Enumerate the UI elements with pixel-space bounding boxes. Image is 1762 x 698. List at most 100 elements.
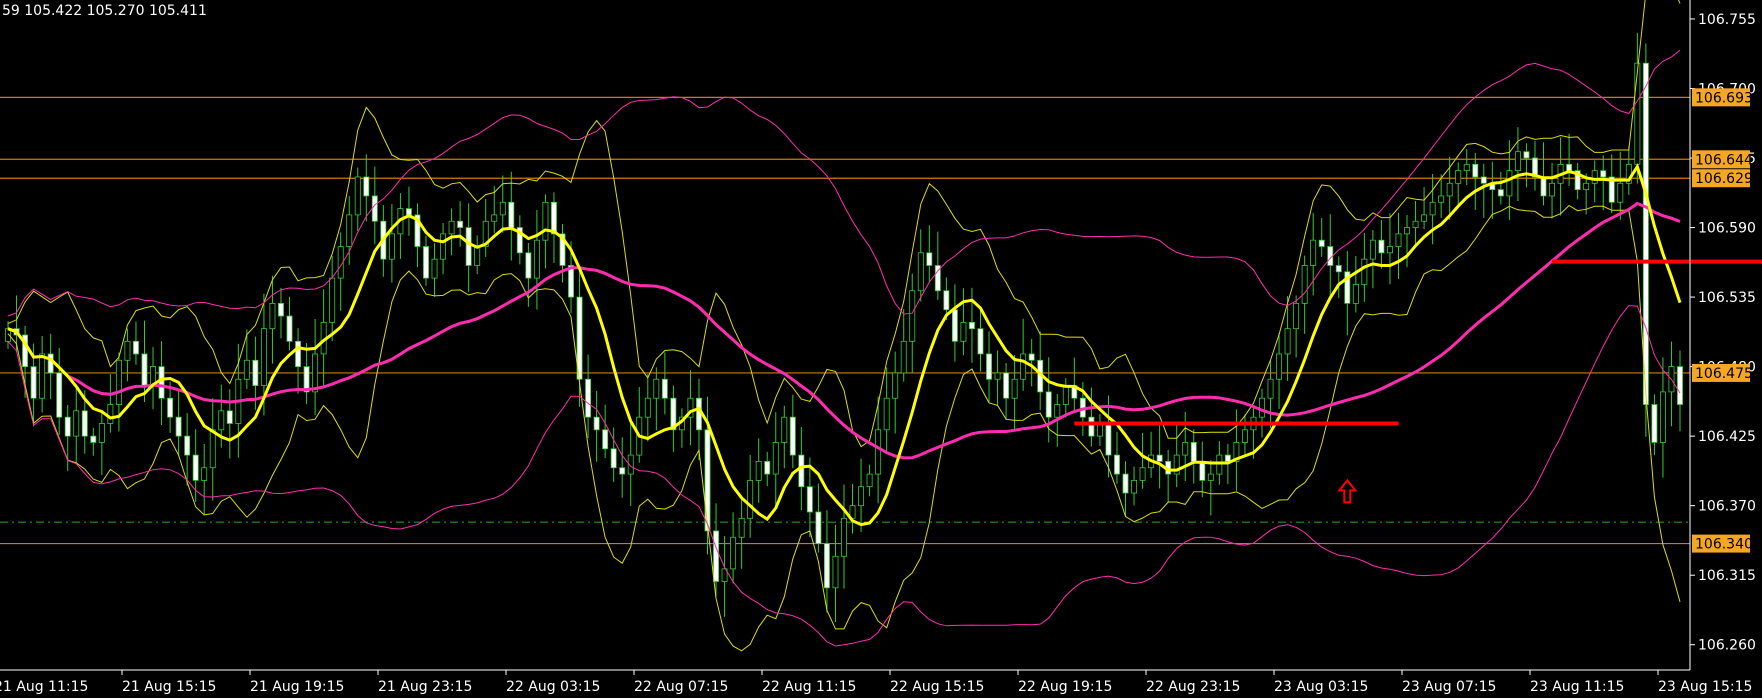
candle-body[interactable] <box>1020 353 1027 380</box>
candle-body[interactable] <box>124 340 131 361</box>
candle-body[interactable] <box>465 227 472 266</box>
candle-body[interactable] <box>1259 397 1265 418</box>
candle-body[interactable] <box>1591 170 1598 184</box>
candle-body[interactable] <box>175 416 182 437</box>
candle-body[interactable] <box>1207 473 1214 481</box>
candle-body[interactable] <box>883 397 890 431</box>
candle-body[interactable] <box>226 410 233 424</box>
candle-body[interactable] <box>1566 163 1573 172</box>
candle-body[interactable] <box>593 416 600 431</box>
time-axis[interactable]: 21 Aug 11:15 21 Aug 15:15 21 Aug 19:15 21 A… <box>0 670 1752 695</box>
candle-body[interactable] <box>1199 461 1206 481</box>
candle-body[interactable] <box>1600 170 1607 178</box>
candle-body[interactable] <box>201 467 208 481</box>
candle-body[interactable] <box>98 423 105 443</box>
candle-body[interactable] <box>1583 182 1590 191</box>
candle-body[interactable] <box>1335 265 1342 273</box>
candle-body[interactable] <box>917 252 924 292</box>
candle-body[interactable] <box>448 220 455 235</box>
candle-body[interactable] <box>994 372 1001 380</box>
candle-body[interactable] <box>789 416 796 456</box>
candle-body[interactable] <box>474 246 481 266</box>
candle-body[interactable] <box>1634 62 1641 165</box>
candle-body[interactable] <box>1395 233 1402 247</box>
candle-body[interactable] <box>346 214 353 247</box>
candle-body[interactable] <box>858 486 865 507</box>
candle-body[interactable] <box>260 328 267 386</box>
candle-body[interactable] <box>815 511 822 544</box>
candle-body[interactable] <box>1446 182 1453 197</box>
candle-body[interactable] <box>1651 404 1658 443</box>
candle-body[interactable] <box>1318 239 1325 247</box>
candle-body[interactable] <box>1352 284 1359 304</box>
candle-body[interactable] <box>209 429 216 469</box>
candle-body[interactable] <box>1387 246 1393 254</box>
candle-body[interactable] <box>30 366 37 399</box>
candle-body[interactable] <box>866 473 873 488</box>
moving-average-slow[interactable] <box>7 201 1681 460</box>
candle-body[interactable] <box>329 277 336 323</box>
candle-body[interactable] <box>47 353 54 374</box>
candle-body[interactable] <box>81 410 88 437</box>
candle-body[interactable] <box>388 233 395 260</box>
candle-body[interactable] <box>1369 239 1376 260</box>
candle-body[interactable] <box>986 353 992 380</box>
candle-body[interactable] <box>363 176 370 197</box>
candle-body[interactable] <box>1301 265 1308 304</box>
candle-body[interactable] <box>551 201 557 235</box>
candle-body[interactable] <box>252 359 259 386</box>
candle-body[interactable] <box>764 461 771 475</box>
candle-body[interactable] <box>431 258 438 279</box>
candle-body[interactable] <box>184 435 191 456</box>
candle-body[interactable] <box>1267 378 1274 399</box>
candle-body[interactable] <box>1549 182 1556 197</box>
candle-body[interactable] <box>926 252 933 266</box>
candle-body[interactable] <box>1677 366 1683 405</box>
candle-body[interactable] <box>951 309 958 342</box>
candle-body[interactable] <box>192 454 199 481</box>
candle-body[interactable] <box>1156 454 1163 462</box>
candle-body[interactable] <box>1028 353 1035 361</box>
candle-body[interactable] <box>107 404 114 424</box>
candle-body[interactable] <box>295 340 301 368</box>
candle-body[interactable] <box>269 302 276 330</box>
candle-body[interactable] <box>1361 258 1368 285</box>
candle-body[interactable] <box>781 416 788 443</box>
candle-body[interactable] <box>73 410 80 437</box>
candle-body[interactable] <box>542 201 549 241</box>
candle-body[interactable] <box>1045 391 1052 418</box>
candle-body[interactable] <box>755 461 762 481</box>
candle-body[interactable] <box>738 517 745 538</box>
candle-body[interactable] <box>1497 189 1504 197</box>
candle-body[interactable] <box>1122 473 1129 494</box>
candle-body[interactable] <box>1139 467 1146 481</box>
candle-body[interactable] <box>772 442 779 475</box>
candle-body[interactable] <box>1455 170 1462 184</box>
candle-body[interactable] <box>653 378 660 399</box>
candle-body[interactable] <box>1293 302 1300 330</box>
candle-body[interactable] <box>960 321 967 342</box>
candle-body[interactable] <box>243 359 250 380</box>
candle-body[interactable] <box>1062 385 1069 405</box>
candle-body[interactable] <box>823 543 830 589</box>
moving-average-fast[interactable] <box>7 163 1682 527</box>
candle-body[interactable] <box>1642 62 1649 405</box>
candle-body[interactable] <box>798 454 805 488</box>
candle-body[interactable] <box>1216 454 1223 475</box>
candle-body[interactable] <box>440 233 447 260</box>
candle-body[interactable] <box>1514 151 1521 172</box>
candle-body[interactable] <box>900 340 907 374</box>
candle-body[interactable] <box>1131 479 1138 494</box>
candle-body[interactable] <box>1241 429 1248 443</box>
candle-body[interactable] <box>525 252 532 279</box>
candle-body[interactable] <box>892 372 899 399</box>
candle-body[interactable] <box>371 195 378 222</box>
candle-body[interactable] <box>806 486 813 513</box>
candle-body[interactable] <box>457 220 464 228</box>
candle-body[interactable] <box>278 302 284 317</box>
candle-body[interactable] <box>909 290 916 342</box>
candle-body[interactable] <box>585 378 592 418</box>
candle-body[interactable] <box>977 328 984 355</box>
candle-body[interactable] <box>158 366 165 399</box>
candle-body[interactable] <box>644 397 651 418</box>
